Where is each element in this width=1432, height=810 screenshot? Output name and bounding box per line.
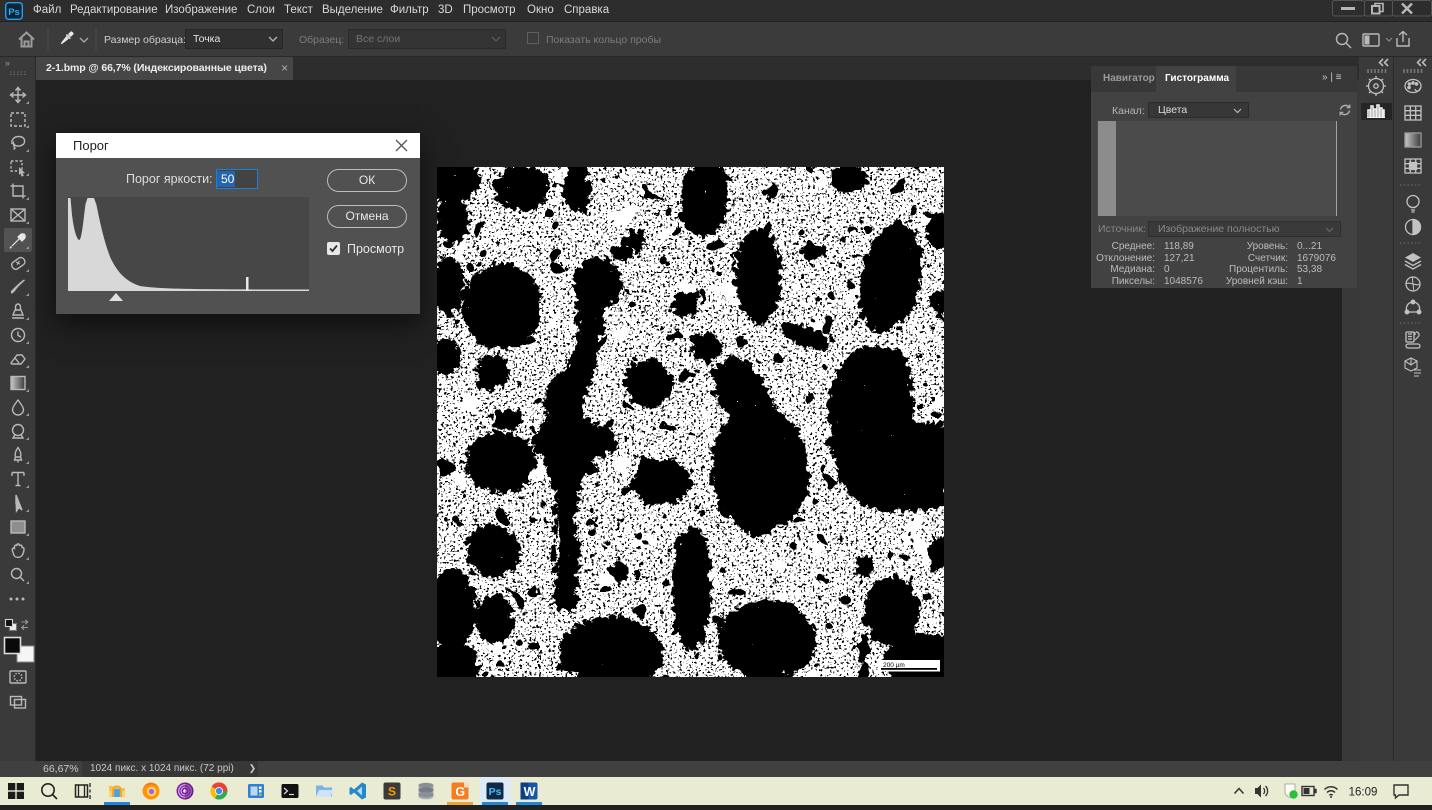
svg-text:W: W (524, 785, 536, 799)
svg-text:200 µm: 200 µm (883, 662, 905, 669)
svg-text:G: G (455, 785, 465, 799)
svg-text:S: S (388, 785, 396, 799)
svg-text:16:09: 16:09 (1349, 787, 1378, 799)
svg-text:Ps: Ps (489, 786, 502, 798)
svg-text:Ps: Ps (8, 7, 20, 18)
svg-text:»: » (5, 58, 10, 68)
